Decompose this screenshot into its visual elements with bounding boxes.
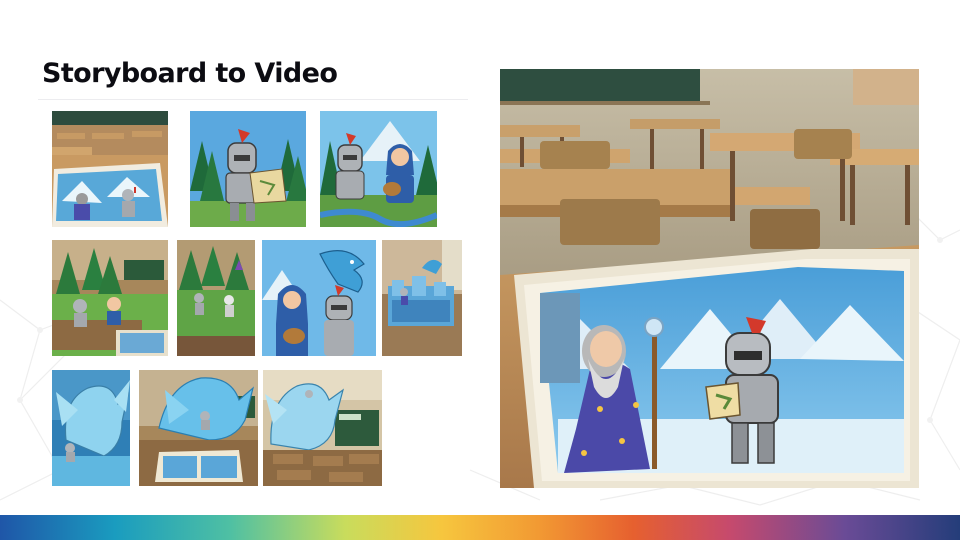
slide-title: Storyboard to Video	[42, 58, 338, 89]
storyboard-panel-3	[320, 111, 437, 227]
storyboard-panel-5	[177, 240, 255, 356]
storyboard-panel-2	[190, 111, 306, 227]
storyboard-panel-10	[263, 370, 382, 486]
title-divider	[38, 99, 468, 100]
storyboard-panel-6	[262, 240, 376, 356]
storyboard-panel-4	[52, 240, 168, 356]
hero-video-frame	[500, 69, 919, 488]
footer-gradient-bar	[0, 515, 960, 540]
storyboard-panel-1	[52, 111, 168, 227]
storyboard-panel-9	[139, 370, 258, 486]
slide: Storyboard to Video	[0, 0, 960, 540]
storyboard-panel-7	[382, 240, 462, 356]
storyboard-panel-8	[52, 370, 130, 486]
